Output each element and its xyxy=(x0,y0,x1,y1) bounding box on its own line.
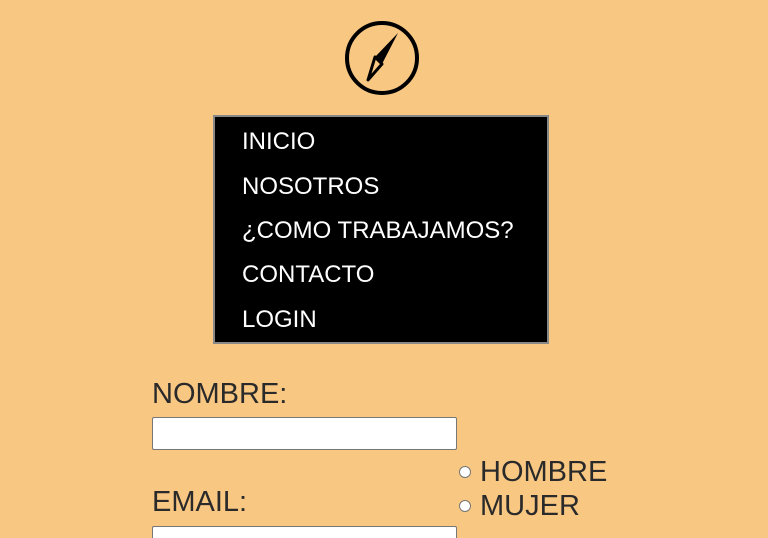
nombre-label: NOMBRE: xyxy=(152,378,288,410)
menu-item-como-trabajamos[interactable]: ¿COMO TRABAJAMOS? xyxy=(242,217,514,245)
compass-icon xyxy=(345,21,419,95)
radio-option-hombre[interactable]: HOMBRE xyxy=(459,455,607,489)
email-input[interactable] xyxy=(152,526,457,538)
page: INICIO NOSOTROS ¿COMO TRABAJAMOS? CONTAC… xyxy=(0,0,768,538)
menu-item-nosotros[interactable]: NOSOTROS xyxy=(242,173,379,201)
radio-option-mujer[interactable]: MUJER xyxy=(459,489,580,523)
menu-item-inicio[interactable]: INICIO xyxy=(242,128,315,156)
menu-item-login[interactable]: LOGIN xyxy=(242,306,317,334)
radio-button-hombre[interactable] xyxy=(459,466,471,478)
nombre-input[interactable] xyxy=(152,417,457,450)
radio-button-mujer[interactable] xyxy=(459,500,471,512)
email-label: EMAIL: xyxy=(152,486,248,518)
menu-item-contacto[interactable]: CONTACTO xyxy=(242,261,374,289)
radio-label-mujer: MUJER xyxy=(480,490,580,522)
radio-label-hombre: HOMBRE xyxy=(480,456,608,488)
main-menu: INICIO NOSOTROS ¿COMO TRABAJAMOS? CONTAC… xyxy=(213,115,549,344)
